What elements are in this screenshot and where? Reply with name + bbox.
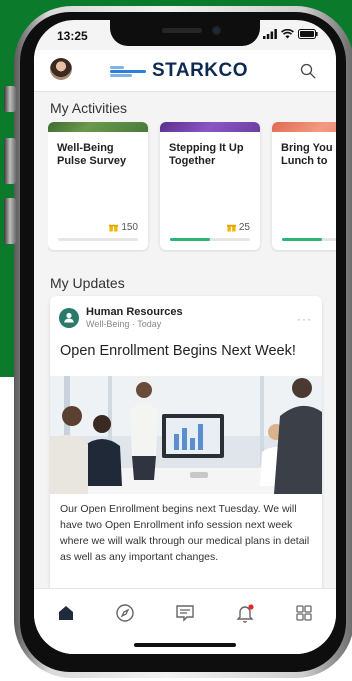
- progress-fill: [282, 238, 322, 241]
- post-body: Our Open Enrollment begins next Tuesday.…: [60, 503, 310, 563]
- activity-card[interactable]: Stepping It Up Together 25: [160, 122, 260, 250]
- phone-side-button: [4, 138, 16, 184]
- activity-title: Stepping It Up Together: [169, 142, 244, 167]
- points-badge: 150: [109, 222, 138, 233]
- phone-screen: 13:25 STARKCO My Activities Well-Being P…: [34, 20, 336, 654]
- earpiece-speaker: [162, 28, 202, 33]
- notch: [110, 20, 260, 46]
- points-badge: 25: [226, 222, 250, 233]
- phone-side-button: [4, 198, 16, 244]
- bell-icon[interactable]: [233, 601, 257, 625]
- home-icon[interactable]: [54, 601, 78, 625]
- battery-icon: [298, 29, 318, 39]
- updates-heading: My Updates: [50, 275, 125, 291]
- activity-card[interactable]: Bring You Lunch to: [272, 122, 336, 250]
- phone-side-button: [4, 86, 16, 112]
- grid-icon[interactable]: [292, 601, 316, 625]
- post-image: [50, 376, 322, 494]
- status-icons: [263, 29, 318, 39]
- activity-card[interactable]: Well-Being Pulse Survey 150: [48, 122, 148, 250]
- progress-track: [170, 238, 250, 241]
- logo-mark-icon: [110, 64, 146, 78]
- activity-title: Well-Being Pulse Survey: [57, 142, 127, 167]
- brand-logo: STARKCO: [110, 60, 248, 82]
- post-time: Today: [137, 319, 162, 329]
- card-header-band: [160, 122, 260, 132]
- signal-icon: [263, 29, 277, 39]
- post-category: Well-Being: [86, 319, 130, 329]
- post-meta: Well-Being · Today: [86, 319, 161, 329]
- activity-points: 150: [121, 222, 138, 233]
- activity-title: Bring You Lunch to: [281, 142, 333, 167]
- gift-icon: [226, 224, 236, 232]
- more-options-icon[interactable]: ···: [297, 312, 312, 326]
- post-title: Open Enrollment Begins Next Week!: [60, 343, 296, 359]
- progress-track: [282, 238, 336, 241]
- compass-icon[interactable]: [113, 601, 137, 625]
- search-icon[interactable]: [300, 63, 316, 79]
- progress-fill: [170, 238, 210, 241]
- activity-points: 25: [238, 222, 250, 233]
- post-author[interactable]: Human Resources: [86, 306, 183, 318]
- user-avatar[interactable]: [50, 58, 72, 80]
- update-post[interactable]: Human Resources Well-Being · Today ··· O…: [50, 296, 322, 596]
- progress-track: [58, 238, 138, 241]
- app-header: STARKCO: [34, 50, 336, 92]
- bottom-tab-bar: [34, 588, 336, 654]
- group-icon: [59, 308, 79, 328]
- card-header-band: [272, 122, 336, 132]
- status-time: 13:25: [57, 29, 88, 43]
- activities-heading: My Activities: [50, 100, 128, 116]
- feed-icon[interactable]: [173, 601, 197, 625]
- gift-icon: [109, 224, 119, 232]
- wifi-icon: [281, 29, 294, 39]
- card-header-band: [48, 122, 148, 132]
- marketing-stage: 13:25 STARKCO My Activities Well-Being P…: [0, 0, 352, 681]
- home-indicator[interactable]: [134, 643, 236, 647]
- front-camera: [212, 26, 221, 35]
- activities-carousel[interactable]: Well-Being Pulse Survey 150 Stepping It …: [48, 122, 336, 252]
- brand-name: STARKCO: [152, 60, 249, 81]
